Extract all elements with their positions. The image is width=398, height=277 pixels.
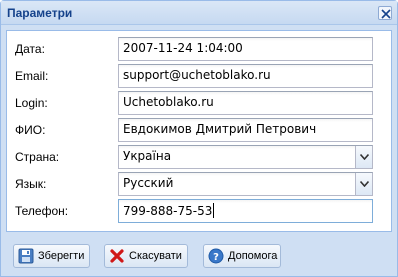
phone-label: Телефон: bbox=[15, 204, 69, 218]
phone-field-value: 799-888-75-53 bbox=[123, 204, 213, 218]
email-row: Email: support@uchetoblako.ru bbox=[7, 64, 391, 88]
cancel-button[interactable]: Скасувати bbox=[104, 244, 188, 268]
fio-row: ФИО: Евдокимов Дмитрий Петрович bbox=[7, 118, 391, 142]
save-button-label: Зберегти bbox=[38, 250, 85, 262]
email-field[interactable]: support@uchetoblako.ru bbox=[118, 64, 373, 88]
language-select[interactable]: Русский bbox=[118, 172, 373, 196]
login-field[interactable]: Uchetoblako.ru bbox=[118, 91, 373, 115]
date-field[interactable]: 2007-11-24 1:04:00 bbox=[118, 37, 373, 61]
form-panel: Дата: 2007-11-24 1:04:00 Email: support@… bbox=[6, 30, 392, 232]
cancel-button-label: Скасувати bbox=[129, 250, 182, 262]
fio-label: ФИО: bbox=[15, 123, 46, 137]
close-icon bbox=[381, 9, 391, 19]
help-button-label: Допомога bbox=[228, 250, 278, 262]
login-label: Login: bbox=[15, 96, 48, 110]
chevron-down-icon bbox=[360, 154, 369, 160]
chevron-down-icon bbox=[360, 181, 369, 187]
window-titlebar[interactable]: Параметри bbox=[1, 1, 397, 25]
save-button[interactable]: Зберегти bbox=[13, 244, 90, 268]
phone-row: Телефон: 799-888-75-53 bbox=[7, 199, 391, 223]
country-label: Страна: bbox=[15, 150, 60, 164]
fio-field[interactable]: Евдокимов Дмитрий Петрович bbox=[118, 118, 373, 142]
red-x-icon bbox=[110, 249, 124, 263]
language-label: Язык: bbox=[15, 177, 47, 191]
parameters-window: Параметри Дата: 2007-11-24 1:04:00 Email… bbox=[0, 0, 398, 277]
language-dropdown-trigger[interactable] bbox=[355, 173, 372, 195]
save-disk-icon bbox=[18, 248, 34, 264]
help-button[interactable]: ? Допомога bbox=[203, 244, 281, 268]
window-title: Параметри bbox=[7, 6, 73, 20]
close-button[interactable] bbox=[378, 6, 392, 20]
svg-text:?: ? bbox=[213, 252, 219, 263]
language-row: Язык: Русский bbox=[7, 172, 391, 196]
country-select[interactable]: Україна bbox=[118, 145, 373, 169]
country-row: Страна: Україна bbox=[7, 145, 391, 169]
help-question-icon: ? bbox=[208, 248, 224, 264]
phone-field[interactable]: 799-888-75-53 bbox=[118, 199, 373, 223]
email-label: Email: bbox=[15, 69, 49, 83]
date-row: Дата: 2007-11-24 1:04:00 bbox=[7, 37, 391, 61]
date-label: Дата: bbox=[15, 42, 45, 56]
text-caret bbox=[213, 203, 215, 218]
language-select-value: Русский bbox=[123, 176, 174, 190]
login-row: Login: Uchetoblako.ru bbox=[7, 91, 391, 115]
country-dropdown-trigger[interactable] bbox=[355, 146, 372, 168]
country-select-value: Україна bbox=[123, 149, 172, 163]
